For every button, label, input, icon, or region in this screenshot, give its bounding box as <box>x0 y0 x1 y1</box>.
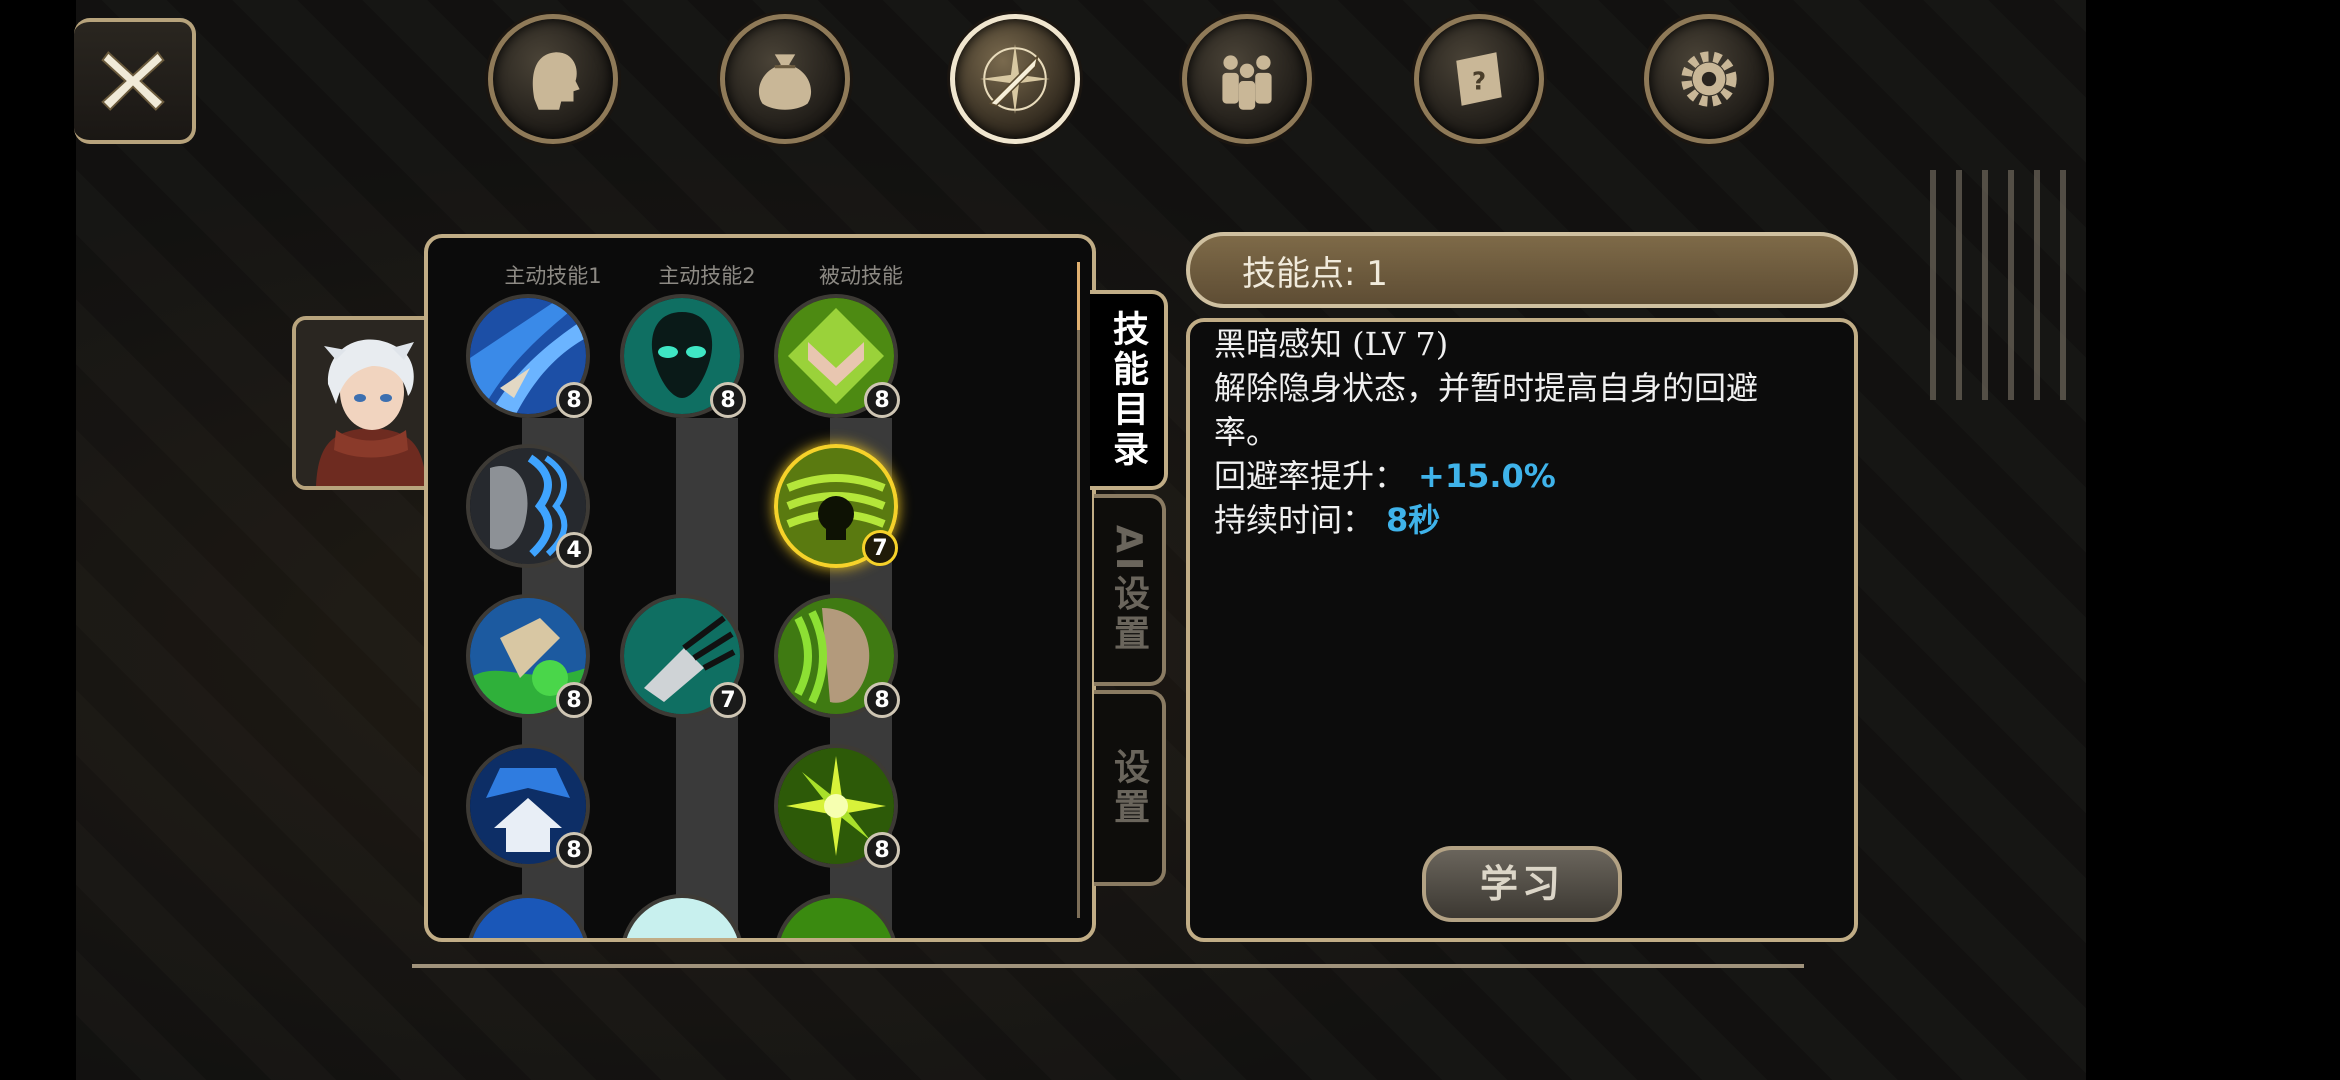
skills-menu-button[interactable] <box>950 14 1080 144</box>
column-header-passive: 被动技能 <box>819 264 903 288</box>
skill-phase-face-icon[interactable]: 8 <box>774 594 900 718</box>
skill-shadow-face-icon[interactable]: 4 <box>466 444 592 568</box>
skill-detail-description: 解除隐身状态，并暂时提高自身的回避率。 <box>1214 369 1759 451</box>
party-icon <box>1222 55 1272 110</box>
skill-earth-fist-icon[interactable]: 8 <box>466 594 592 718</box>
skill-level-badge: 8 <box>864 832 900 868</box>
iron-fence-decoration <box>1930 170 2080 400</box>
skill-points-text: 技能点: 1 <box>1242 253 1388 294</box>
skill-level-badge: 7 <box>710 682 746 718</box>
skill-detail-title: 黑暗感知 (LV 7) <box>1214 325 1449 363</box>
skill-level-badge: 8 <box>556 382 592 418</box>
tab-ai-settings[interactable]: AI设置 <box>1094 494 1166 686</box>
skill-stat-label: 持续时间： <box>1214 501 1375 539</box>
svg-text:?: ? <box>1472 66 1486 95</box>
bottom-divider <box>412 964 1804 968</box>
column-header-active1: 主动技能1 <box>504 264 602 288</box>
bag-icon <box>758 54 812 110</box>
skill-stat-value: +15.0% <box>1418 457 1556 495</box>
column-header-active2: 主动技能2 <box>658 264 756 288</box>
skill-stat-value: 8秒 <box>1386 501 1441 539</box>
character-icon <box>532 52 580 110</box>
skill-list-panel[interactable]: 主动技能1 主动技能2 被动技能 8 4 8 8 8 7 8 7 8 8 <box>424 234 1096 942</box>
skill-list-scrollbar[interactable] <box>1077 262 1080 918</box>
tab-skill-list[interactable]: 技能目录 <box>1090 290 1168 490</box>
skill-level-badge: 8 <box>556 682 592 718</box>
skill-shield-heart-icon[interactable]: 8 <box>774 294 900 418</box>
tab-settings[interactable]: 设置 <box>1094 690 1166 886</box>
bag-menu-button[interactable] <box>720 14 850 144</box>
skill-dark-sense-icon[interactable]: 7 <box>774 444 898 568</box>
skill-level-badge: 7 <box>862 530 898 566</box>
skill-level-badge: 4 <box>556 532 592 568</box>
skill-level-badge: 8 <box>864 682 900 718</box>
character-menu-button[interactable] <box>488 14 618 144</box>
quest-scroll-icon: ? <box>1456 52 1502 106</box>
learn-button[interactable]: 学习 <box>1422 846 1622 922</box>
settings-gear-icon <box>1681 51 1737 107</box>
skill-starburst-icon[interactable]: 8 <box>774 744 900 868</box>
skill-slash-icon[interactable]: 8 <box>466 294 592 418</box>
skill-ghost-mask-icon[interactable]: 8 <box>620 294 746 418</box>
close-button[interactable] <box>74 18 196 144</box>
skill-detail-panel: 黑暗感知 (LV 7) 解除隐身状态，并暂时提高自身的回避率。 回避率提升： +1… <box>1186 318 1858 942</box>
skill-stat-label: 回避率提升： <box>1214 457 1407 495</box>
party-menu-button[interactable] <box>1182 14 1312 144</box>
close-icon <box>101 51 165 111</box>
skill-armor-up-icon[interactable]: 8 <box>466 744 592 868</box>
skill-level-badge: 8 <box>864 382 900 418</box>
skills-icon <box>980 44 1050 114</box>
skill-claw-strike-icon[interactable]: 7 <box>620 594 746 718</box>
settings-menu-button[interactable] <box>1644 14 1774 144</box>
skill-level-badge: 8 <box>710 382 746 418</box>
skill-stat-row: 持续时间： 8秒 <box>1214 498 1830 542</box>
skill-points-bar: 技能点: 1 <box>1186 232 1858 308</box>
skill-level-badge: 8 <box>556 832 592 868</box>
quest-menu-button[interactable]: ? <box>1414 14 1544 144</box>
skill-stat-row: 回避率提升： +15.0% <box>1214 454 1830 498</box>
